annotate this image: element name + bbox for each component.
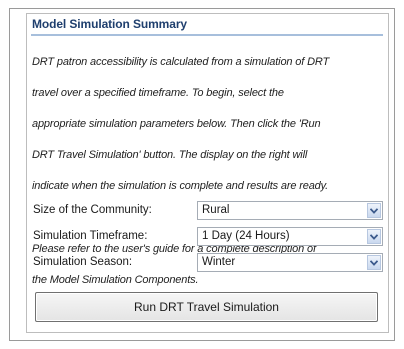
description-line: DRT patron accessibility is calculated f…	[32, 55, 330, 68]
community-size-select[interactable]: Rural	[197, 201, 383, 220]
description-line: appropriate simulation parameters below.…	[32, 117, 321, 130]
title-divider	[31, 34, 383, 36]
description-line: indicate when the simulation is complete…	[32, 180, 329, 193]
timeframe-dropdown-button[interactable]	[367, 229, 381, 244]
timeframe-value: 1 Day (24 Hours)	[202, 230, 290, 242]
run-simulation-button[interactable]: Run DRT Travel Simulation	[35, 292, 378, 322]
panel-title: Model Simulation Summary	[32, 17, 187, 31]
chevron-down-icon	[370, 260, 378, 266]
season-dropdown-button[interactable]	[367, 255, 381, 270]
season-value: Winter	[202, 256, 236, 268]
community-size-dropdown-button[interactable]	[367, 203, 381, 218]
timeframe-label: Simulation Timeframe:	[33, 230, 148, 242]
community-size-label: Size of the Community:	[33, 204, 152, 216]
chevron-down-icon	[370, 234, 378, 240]
season-label: Simulation Season:	[33, 256, 133, 268]
description-line: DRT Travel Simulation' button. The displ…	[32, 149, 308, 162]
chevron-down-icon	[370, 208, 378, 214]
timeframe-select[interactable]: 1 Day (24 Hours)	[197, 227, 383, 246]
guide-line: the Model Simulation Components.	[32, 273, 199, 286]
community-size-value: Rural	[202, 204, 230, 216]
description-line: travel over a specified timeframe. To be…	[32, 86, 284, 99]
season-select[interactable]: Winter	[197, 253, 383, 272]
